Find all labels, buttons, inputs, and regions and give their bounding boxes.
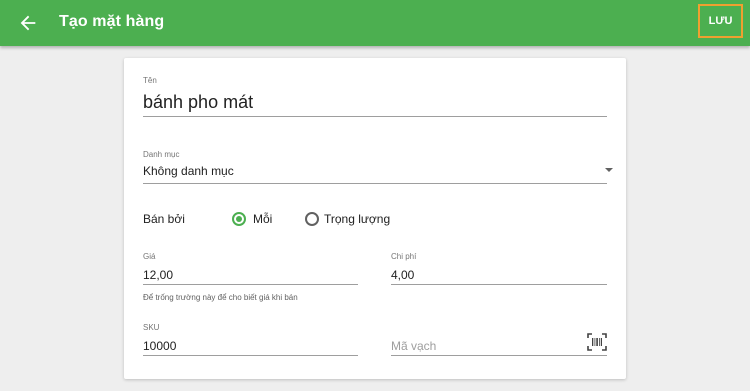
sold-by-label: Bán bởi <box>143 212 185 226</box>
name-label: Tên <box>143 76 157 85</box>
name-field[interactable]: bánh pho mát <box>143 92 253 113</box>
barcode-underline <box>391 355 607 356</box>
save-button[interactable]: LƯU <box>698 4 743 38</box>
sku-field[interactable]: 10000 <box>143 339 176 353</box>
cost-label: Chi phí <box>391 252 417 261</box>
radio-weight-label[interactable]: Trọng lượng <box>324 212 390 226</box>
page-title: Tạo mặt hàng <box>59 13 165 30</box>
category-underline <box>143 183 607 184</box>
cost-field[interactable]: 4,00 <box>391 268 414 282</box>
name-field-underline <box>143 116 607 117</box>
sku-underline <box>143 355 358 356</box>
price-hint: Để trống trường này để cho biết giá khi … <box>143 293 298 302</box>
cost-underline <box>391 284 607 285</box>
sku-label: SKU <box>143 323 160 332</box>
barcode-field[interactable]: Mã vạch <box>391 339 436 353</box>
price-field[interactable]: 12,00 <box>143 268 173 282</box>
dropdown-arrow-icon[interactable] <box>605 168 613 172</box>
category-select[interactable]: Không danh mục <box>143 164 234 178</box>
app-bar: Tạo mặt hàng LƯU <box>0 0 750 46</box>
price-label: Giá <box>143 252 156 261</box>
price-underline <box>143 284 358 285</box>
radio-weight[interactable] <box>305 212 319 226</box>
item-form-card: Tên bánh pho mát Danh mục Không danh mục… <box>124 58 626 379</box>
radio-each-label[interactable]: Mỗi <box>253 212 272 226</box>
category-label: Danh mục <box>143 150 180 159</box>
arrow-left-icon[interactable] <box>17 12 39 34</box>
radio-each[interactable] <box>232 212 246 226</box>
barcode-scan-icon[interactable] <box>587 333 607 351</box>
